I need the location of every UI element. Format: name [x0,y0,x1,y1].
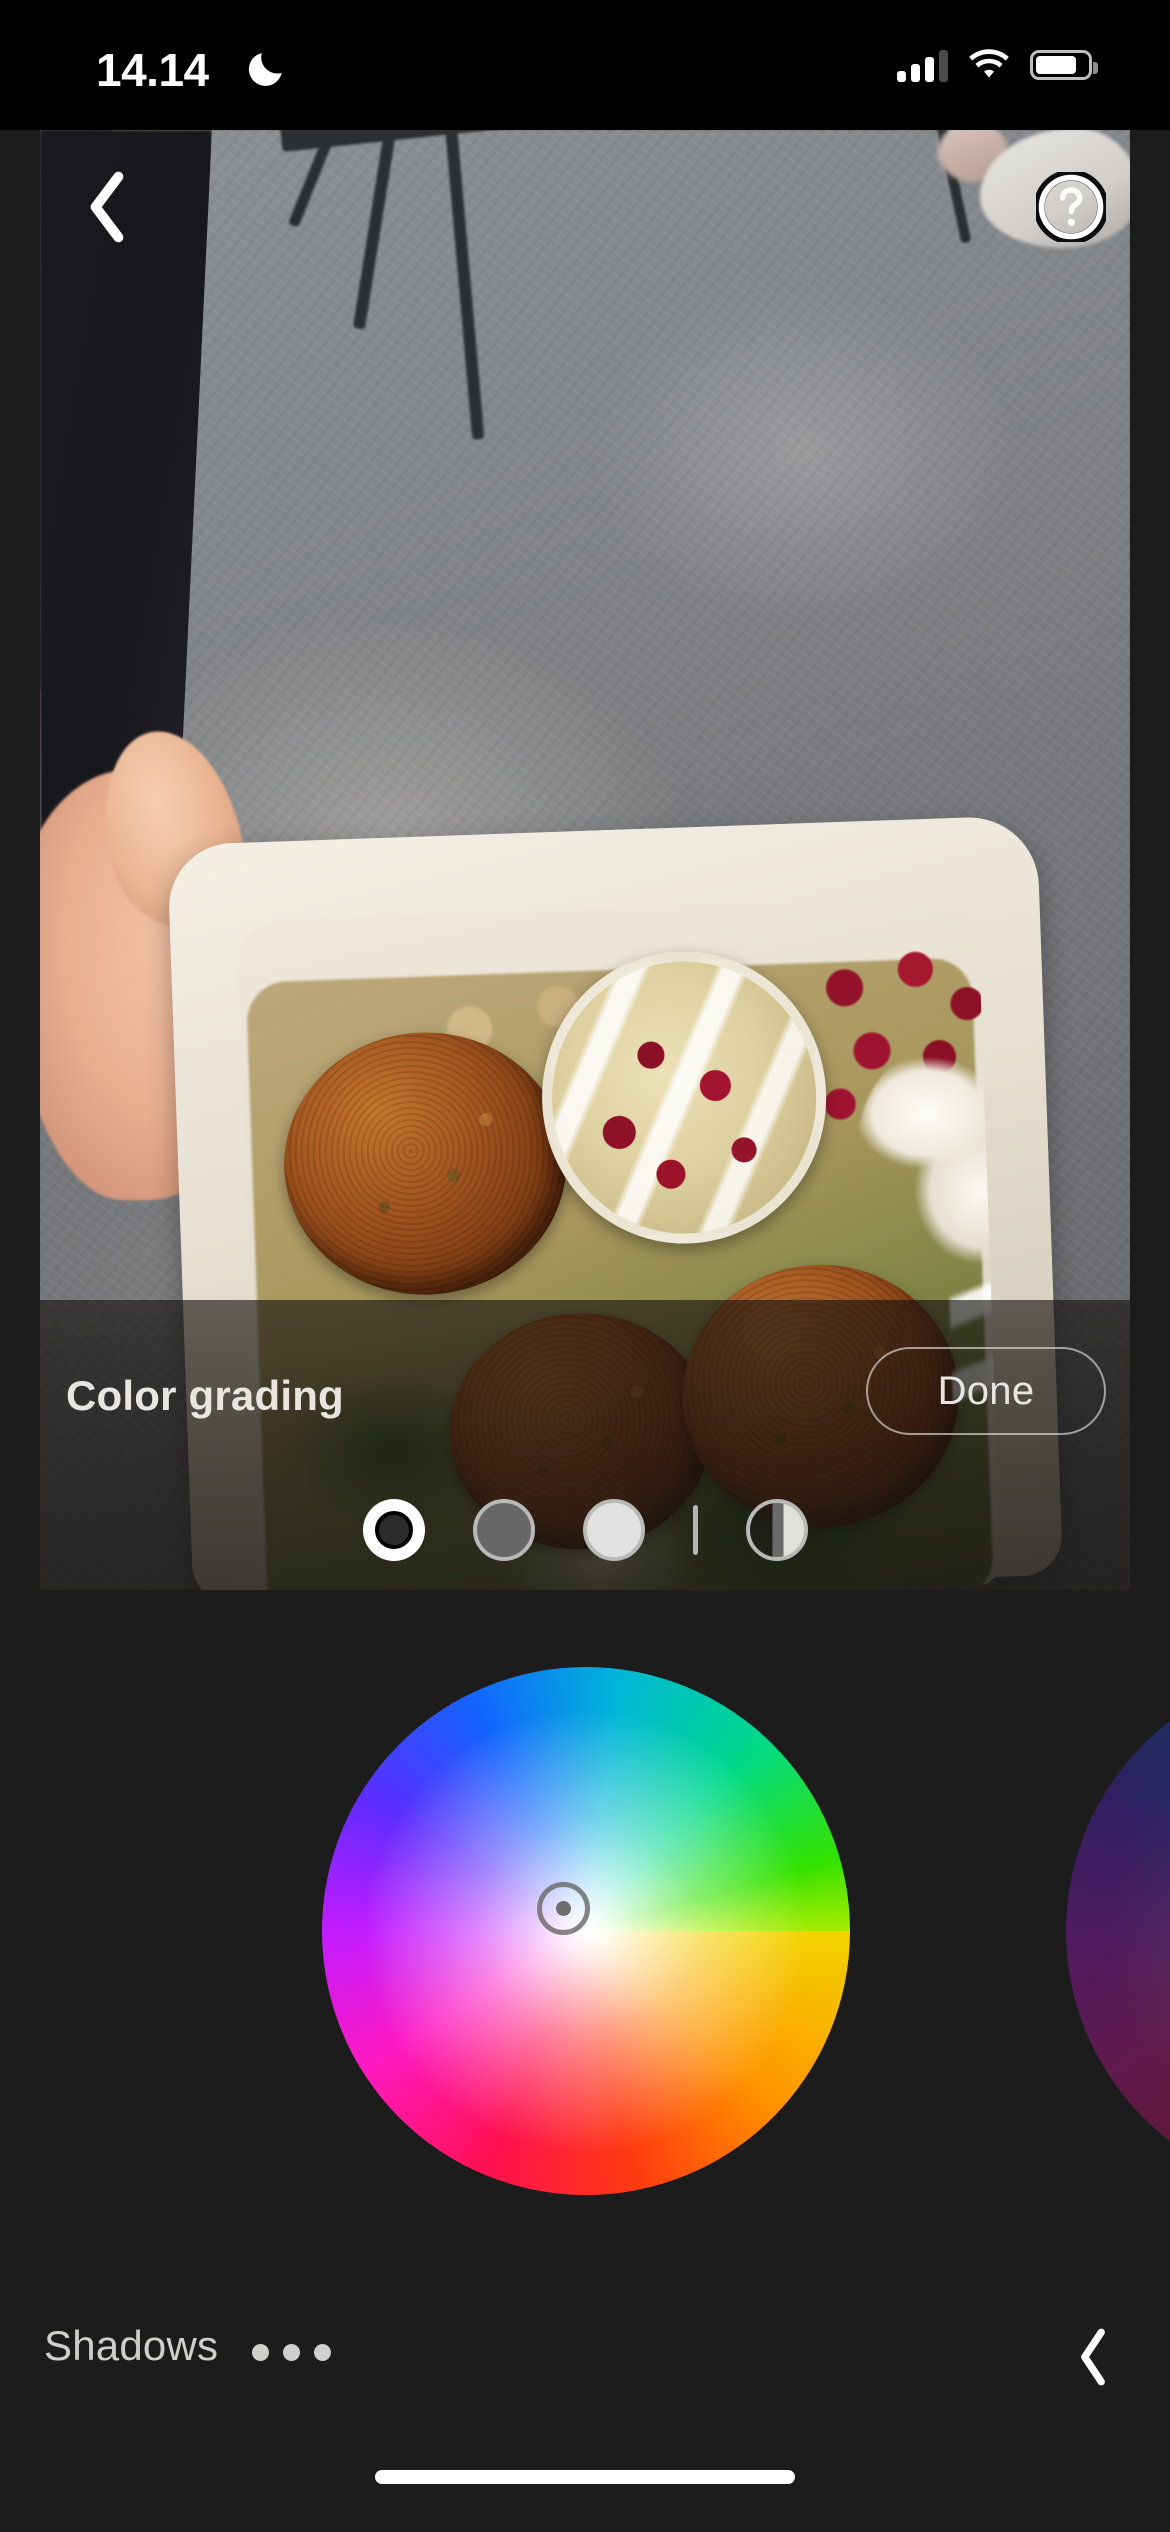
highlights-swatch[interactable] [582,1499,645,1561]
color-grading-toolbar: Color grading Done [40,1300,1130,1590]
panel-title: Color grading [66,1372,344,1419]
midtones-swatch[interactable] [472,1499,535,1561]
hue-saturation-wheel-next[interactable] [1066,1667,1170,2195]
photo-hummus-cup [537,946,832,1249]
wifi-icon [969,49,1009,78]
crescent-moon-icon [248,53,282,86]
chevron-left-icon [90,171,124,243]
battery-icon [1030,50,1098,80]
question-mark-circle-icon [1036,172,1106,242]
shadows-swatch[interactable] [362,1499,425,1561]
previous-wheel-button[interactable] [1050,2314,1136,2400]
status-bar: 14.14 [0,0,1170,130]
help-button[interactable] [1028,164,1114,250]
wheel-picker-handle[interactable] [537,1882,590,1935]
tone-range-selector [40,1485,1130,1575]
current-tone-label: Shadows [44,2322,219,2369]
status-bar-indicators [897,48,1098,82]
tone-selector-divider [692,1505,698,1555]
chevron-left-icon [1081,2328,1105,2386]
cellular-signal-icon [897,48,948,82]
status-bar-time: 14.14 [96,44,209,96]
photo-editor-screen: 14.14 Color grading Done Shadows [0,0,1170,2532]
done-button-label: Done [937,1368,1035,1413]
color-wheel-carousel[interactable] [0,1620,1170,2240]
hue-saturation-wheel[interactable] [322,1667,850,2195]
bottom-bar: Shadows [0,2300,1170,2420]
balance-swatch[interactable] [745,1499,808,1561]
back-button[interactable] [64,164,150,250]
done-button[interactable]: Done [866,1347,1106,1435]
more-options-button[interactable] [252,2344,331,2361]
home-indicator-bar[interactable] [375,2470,795,2484]
